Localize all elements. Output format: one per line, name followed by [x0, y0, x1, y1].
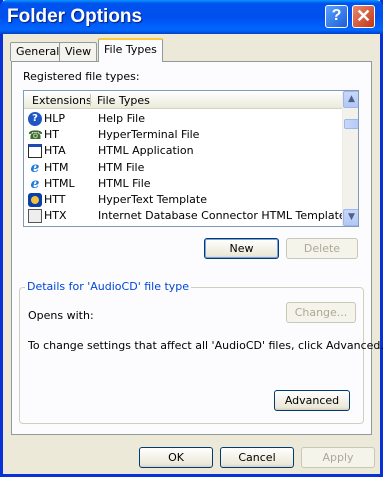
title-bar[interactable]: Folder Options ? ✕ — [0, 0, 383, 34]
help-button[interactable]: ? — [325, 5, 348, 28]
close-icon: ✕ — [355, 6, 372, 26]
html-application-icon — [28, 144, 42, 159]
list-item[interactable]: HTT HyperText Template — [24, 192, 342, 208]
list-header: Extensions File Types — [24, 91, 342, 109]
hypertext-template-icon — [28, 192, 42, 207]
apply-button[interactable]: Apply — [301, 447, 375, 468]
tab-view[interactable]: View — [59, 42, 98, 61]
internet-explorer-icon: e — [30, 175, 40, 192]
row-file-type: HyperTerminal File — [98, 128, 200, 142]
details-groupbox: Details for 'AudioCD' file type Opens wi… — [19, 280, 383, 424]
row-file-type: Help File — [98, 112, 145, 125]
row-file-type: HTM File — [98, 160, 145, 174]
list-item[interactable]: ☎ HT HyperTerminal File — [24, 127, 342, 143]
column-header-extensions[interactable]: Extensions — [32, 94, 92, 107]
scroll-up-button[interactable]: ▲ — [343, 91, 358, 108]
list-item[interactable]: ? HLP Help File — [24, 111, 342, 127]
cancel-button[interactable]: Cancel — [220, 447, 294, 468]
help-file-icon: ? — [28, 112, 42, 126]
list-scrollbar[interactable]: ▲ ▼ — [342, 91, 358, 226]
row-file-type: HTML Application — [98, 144, 194, 158]
details-title: Details for 'AudioCD' file type — [25, 280, 192, 293]
scroll-down-button[interactable]: ▼ — [343, 209, 358, 226]
row-extension: HTX — [44, 209, 67, 223]
file-types-list[interactable]: Extensions File Types ? HLP Help File ☎ … — [23, 90, 359, 227]
ok-button[interactable]: OK — [139, 447, 213, 468]
column-divider[interactable] — [90, 94, 91, 106]
row-extension: HTML — [44, 176, 75, 190]
folder-options-window: Folder Options ? ✕ General View File Typ… — [0, 0, 383, 477]
close-button[interactable]: ✕ — [352, 5, 375, 28]
advanced-button[interactable]: Advanced — [274, 390, 350, 411]
internet-explorer-icon: e — [30, 159, 40, 176]
column-header-file-types[interactable]: File Types — [97, 94, 150, 107]
tab-general[interactable]: General — [10, 42, 66, 61]
row-file-type: HTML File — [98, 176, 151, 190]
row-extension: HLP — [44, 112, 66, 125]
row-file-type: HyperText Template — [98, 192, 207, 206]
chevron-down-icon: ▼ — [348, 212, 355, 222]
file-types-panel: Registered file types: Extensions File T… — [11, 61, 383, 435]
row-extension: HTM — [44, 160, 69, 174]
change-button[interactable]: Change... — [286, 302, 356, 323]
row-extension: HTT — [44, 192, 66, 206]
list-item[interactable]: e HTM HTM File — [24, 160, 342, 176]
delete-button[interactable]: Delete — [286, 238, 358, 259]
row-extension: HT — [44, 128, 59, 142]
hyperterminal-icon: ☎ — [28, 128, 43, 143]
new-button[interactable]: New — [204, 238, 279, 259]
row-extension: HTA — [44, 144, 66, 158]
list-rows: ? HLP Help File ☎ HT HyperTerminal File … — [24, 111, 346, 224]
registered-file-types-label: Registered file types: — [23, 70, 140, 83]
generic-file-icon — [28, 209, 42, 224]
list-item[interactable]: HTA HTML Application — [24, 143, 342, 159]
list-item[interactable]: HTX Internet Database Connector HTML Tem… — [24, 208, 346, 224]
tab-file-types[interactable]: File Types — [98, 38, 163, 62]
list-item[interactable]: e HTML HTML File — [24, 176, 342, 192]
scroll-thumb[interactable] — [344, 119, 358, 129]
advanced-description: To change settings that affect all 'Audi… — [28, 339, 383, 352]
window-title: Folder Options — [7, 6, 143, 27]
row-file-type: Internet Database Connector HTML Templat… — [98, 209, 346, 223]
help-icon: ? — [331, 7, 342, 24]
chevron-up-icon: ▲ — [348, 94, 355, 104]
opens-with-label: Opens with: — [28, 309, 94, 322]
